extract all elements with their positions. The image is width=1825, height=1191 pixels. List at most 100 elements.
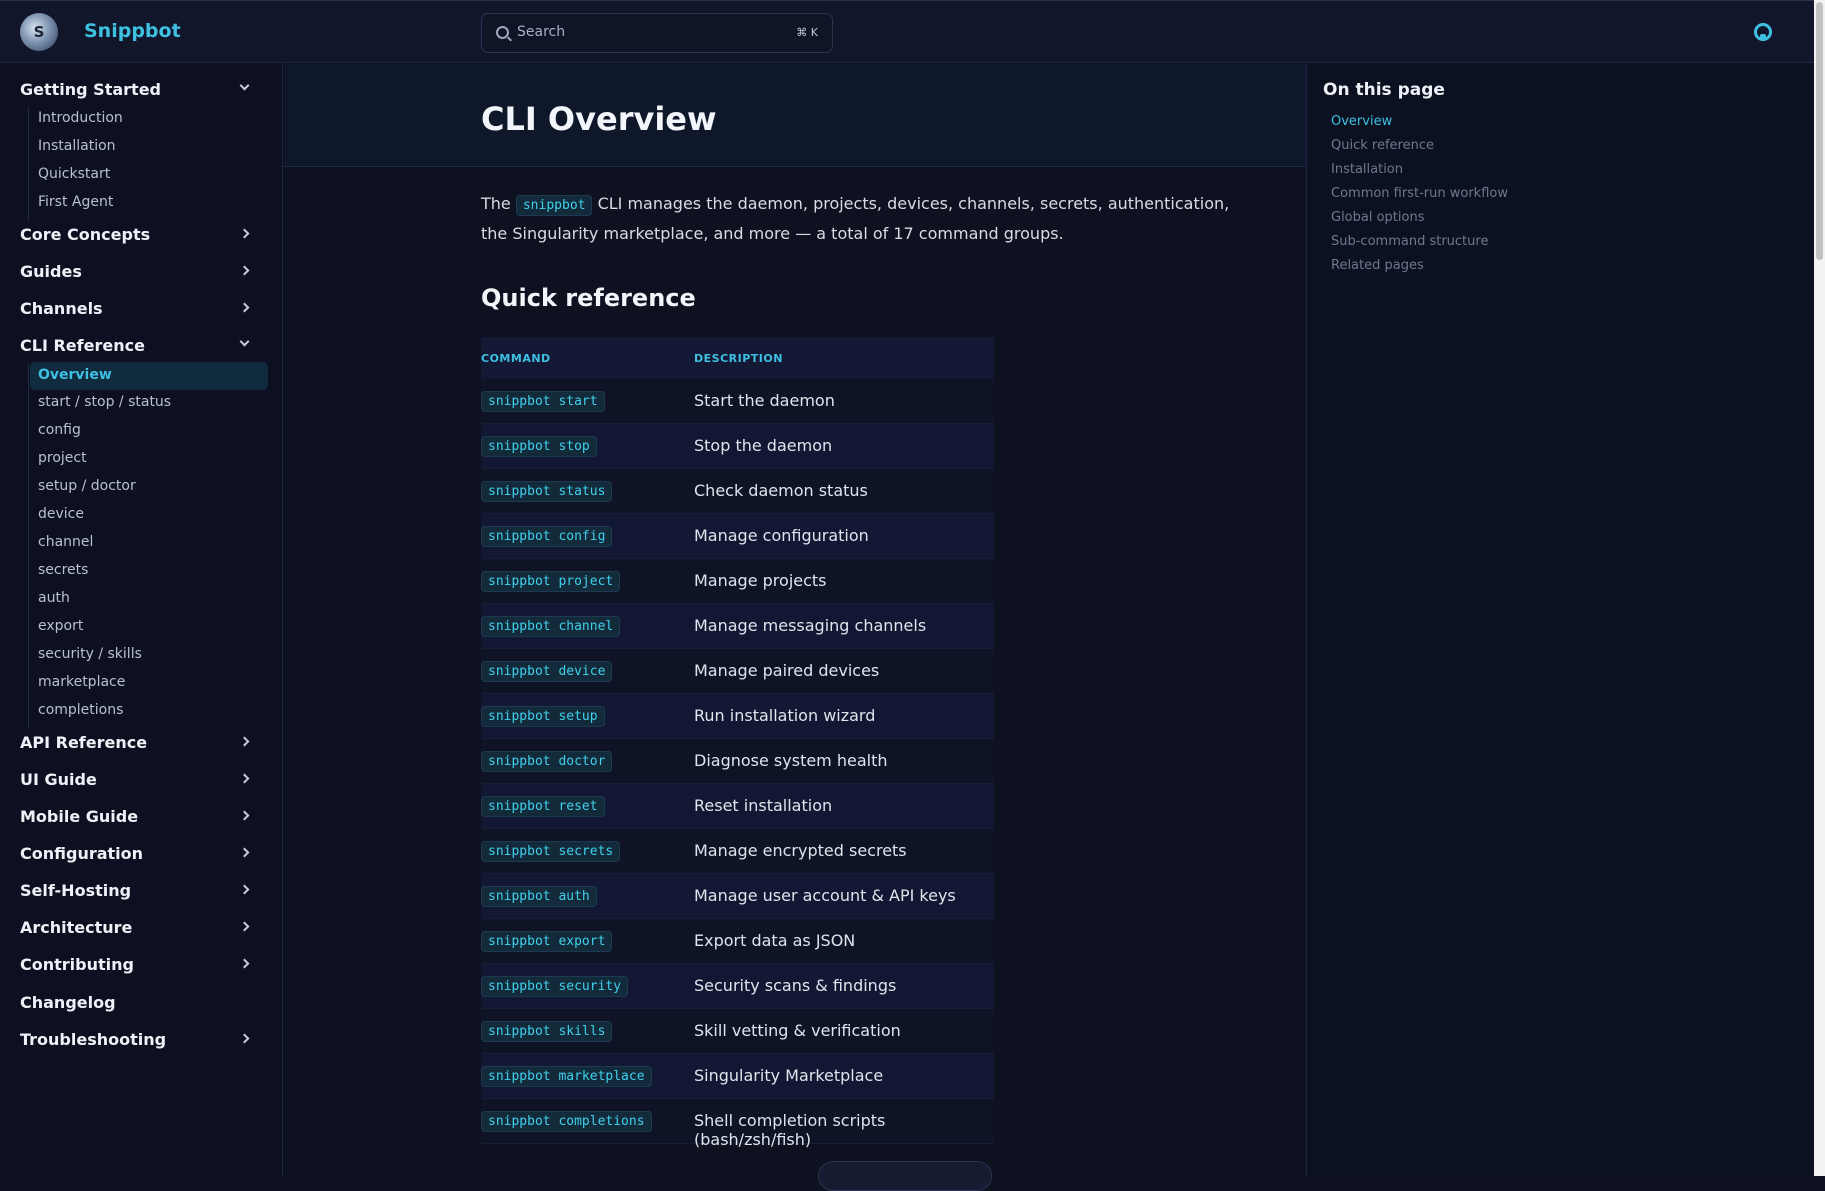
- toc-link[interactable]: Overview: [1331, 114, 1392, 129]
- sidebar-item[interactable]: completions: [38, 702, 123, 722]
- table-row: snippbot export Export data as JSON: [481, 919, 994, 964]
- top-bar: S Snippbot Search ⌘ K: [0, 0, 1814, 63]
- command-description: Skill vetting & verification: [694, 1021, 901, 1040]
- sidebar-section[interactable]: Architecture: [20, 918, 260, 944]
- command-description: Manage configuration: [694, 526, 869, 545]
- sidebar-section[interactable]: Mobile Guide: [20, 807, 260, 833]
- command-code: snippbot export: [481, 931, 613, 952]
- chevron-right-icon: [239, 921, 250, 932]
- toc-link[interactable]: Quick reference: [1331, 138, 1434, 153]
- sidebar-item[interactable]: project: [38, 450, 87, 470]
- sidebar-section-label: Configuration: [20, 844, 144, 863]
- intro-paragraph: The snippbot CLI manages the daemon, pro…: [481, 190, 1241, 248]
- toc-link[interactable]: Sub-command structure: [1331, 234, 1488, 249]
- command-description: Manage messaging channels: [694, 616, 927, 635]
- scrollbar[interactable]: [1814, 0, 1825, 1176]
- sidebar-section-label: UI Guide: [20, 770, 97, 789]
- chevron-right-icon: [239, 228, 250, 239]
- command-description: Singularity Marketplace: [694, 1066, 884, 1085]
- command-code: snippbot device: [481, 661, 613, 682]
- command-description: Manage projects: [694, 571, 827, 590]
- sidebar-item[interactable]: start / stop / status: [38, 394, 171, 414]
- github-icon[interactable]: [1754, 23, 1772, 41]
- sidebar-section-label: Core Concepts: [20, 225, 151, 244]
- sidebar-item[interactable]: Quickstart: [38, 166, 110, 186]
- toc-link[interactable]: Common first-run workflow: [1331, 186, 1508, 201]
- sidebar-item[interactable]: channel: [38, 534, 93, 554]
- sidebar-item[interactable]: auth: [38, 590, 70, 610]
- sidebar-section-label: Self-Hosting: [20, 881, 132, 900]
- sidebar-section-label: Channels: [20, 299, 103, 318]
- command-code: snippbot config: [481, 526, 613, 547]
- command-description: Run installation wizard: [694, 706, 876, 725]
- command-description: Shell completion scripts (bash/zsh/fish): [694, 1111, 886, 1149]
- command-code: snippbot project: [481, 571, 621, 592]
- command-description: Export data as JSON: [694, 931, 856, 950]
- chevron-right-icon: [239, 810, 250, 821]
- sidebar-section[interactable]: API Reference: [20, 733, 260, 759]
- table-row: snippbot stop Stop the daemon: [481, 424, 994, 469]
- chevron-right-icon: [239, 884, 250, 895]
- sidebar-section[interactable]: UI Guide: [20, 770, 260, 796]
- page-header: [284, 64, 1306, 167]
- command-code: snippbot marketplace: [481, 1066, 652, 1087]
- command-code: snippbot start: [481, 391, 605, 412]
- logo-icon[interactable]: S: [20, 13, 58, 51]
- sidebar-item[interactable]: Introduction: [38, 110, 123, 130]
- sidebar-item[interactable]: marketplace: [38, 674, 125, 694]
- table-of-contents: On this page Overview Quick reference Inst…: [1306, 63, 1814, 1176]
- sidebar-item[interactable]: security / skills: [38, 646, 142, 666]
- toc-title: On this page: [1323, 80, 1445, 100]
- table-row: snippbot completions Shell completion scr…: [481, 1099, 994, 1149]
- sidebar-item[interactable]: device: [38, 506, 84, 526]
- table-row: snippbot device Manage paired devices: [481, 649, 994, 694]
- sidebar-item[interactable]: First Agent: [38, 194, 113, 214]
- quick-reference-heading: Quick reference: [481, 284, 696, 312]
- toc-link[interactable]: Installation: [1331, 162, 1403, 177]
- scrollbar-thumb[interactable]: [1816, 2, 1823, 260]
- sidebar-section[interactable]: Troubleshooting: [20, 1030, 260, 1056]
- toc-link[interactable]: Global options: [1331, 210, 1424, 225]
- chevron-right-icon: [239, 958, 250, 969]
- command-description: Manage paired devices: [694, 661, 880, 680]
- table-row: snippbot security Security scans & findin…: [481, 964, 994, 1009]
- sidebar-item[interactable]: secrets: [38, 562, 88, 582]
- sidebar-item[interactable]: Overview: [30, 362, 268, 390]
- header-command: COMMAND: [481, 352, 551, 365]
- sidebar-section-label: CLI Reference: [20, 336, 145, 355]
- sidebar-item[interactable]: config: [38, 422, 81, 442]
- sidebar-item[interactable]: Installation: [38, 138, 116, 158]
- intro-prefix: The: [481, 194, 511, 213]
- sidebar-section[interactable]: Configuration: [20, 844, 260, 870]
- sidebar-section-label: API Reference: [20, 733, 148, 752]
- command-code: snippbot stop: [481, 436, 597, 457]
- sidebar-section[interactable]: Guides: [20, 262, 260, 288]
- command-description: Start the daemon: [694, 391, 835, 410]
- table-header: COMMAND DESCRIPTION: [481, 337, 994, 379]
- sidebar-section[interactable]: Changelog: [20, 993, 260, 1019]
- toc-link[interactable]: Related pages: [1331, 258, 1424, 273]
- floating-toolbar[interactable]: [818, 1161, 992, 1191]
- brand-name[interactable]: Snippbot: [84, 20, 181, 42]
- table-row: snippbot reset Reset installation: [481, 784, 994, 829]
- chevron-right-icon: [239, 302, 250, 313]
- command-code: snippbot channel: [481, 616, 621, 637]
- sidebar-section[interactable]: Contributing: [20, 955, 260, 981]
- table-row: snippbot setup Run installation wizard: [481, 694, 994, 739]
- command-table: COMMAND DESCRIPTION snippbot start Start …: [481, 337, 994, 1149]
- sidebar-section[interactable]: Core Concepts: [20, 225, 260, 251]
- sidebar-section[interactable]: Self-Hosting: [20, 881, 260, 907]
- logo-letter: S: [33, 23, 45, 41]
- search-box[interactable]: Search ⌘ K: [481, 13, 833, 53]
- sidebar-section-label: Troubleshooting: [20, 1030, 167, 1049]
- sidebar-section[interactable]: Getting Started: [20, 80, 260, 106]
- sidebar-section[interactable]: CLI Reference: [20, 336, 260, 362]
- chevron-right-icon: [239, 1033, 250, 1044]
- command-code: snippbot doctor: [481, 751, 613, 772]
- sidebar-item[interactable]: setup / doctor: [38, 478, 136, 498]
- sidebar-item[interactable]: export: [38, 618, 83, 638]
- chevron-down-icon: [239, 80, 250, 91]
- sidebar-section[interactable]: Channels: [20, 299, 260, 325]
- sidebar-section-label: Architecture: [20, 918, 133, 937]
- page-title: CLI Overview: [481, 100, 717, 138]
